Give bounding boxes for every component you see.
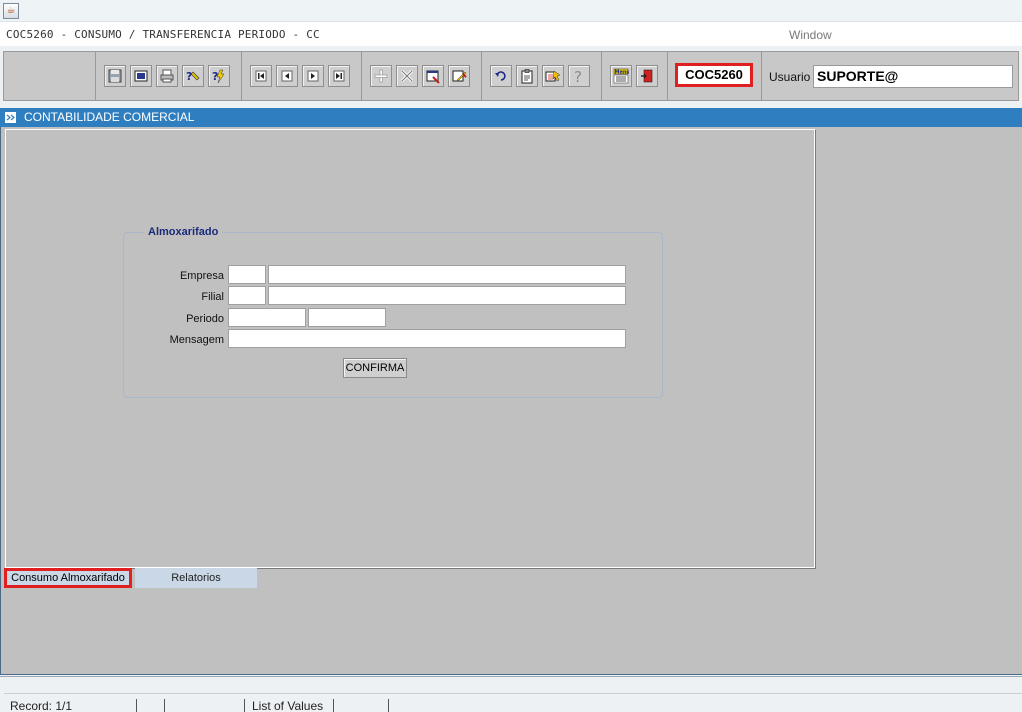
- next-record-icon: [307, 70, 319, 82]
- exit-button[interactable]: [636, 65, 658, 87]
- filial-label: Filial: [201, 291, 224, 303]
- help-icon: ?: [574, 68, 582, 84]
- next-record-button[interactable]: [302, 65, 324, 87]
- clipboard-icon: [521, 69, 533, 84]
- toolbar: ? ? ? Menu COC5260 Usuario SUPORTE@: [3, 51, 1019, 101]
- empresa-name-input[interactable]: [268, 265, 626, 284]
- status-divider: [388, 699, 389, 712]
- undo-icon: [495, 71, 506, 81]
- save-icon: [108, 69, 122, 83]
- filial-name-input[interactable]: [268, 286, 626, 305]
- window-title: CONTABILIDADE COMERCIAL: [24, 110, 195, 124]
- status-divider: [136, 699, 137, 712]
- title-row: COC5260 - CONSUMO / TRANSFERENCIA PERIOD…: [0, 22, 1022, 46]
- menu-button[interactable]: Menu: [610, 65, 632, 87]
- window-menu[interactable]: Window: [789, 28, 832, 42]
- toolbar-group-file: ? ?: [96, 52, 242, 100]
- status-divider: [244, 699, 245, 712]
- previous-record-button[interactable]: [276, 65, 298, 87]
- svg-text:?: ?: [186, 70, 192, 83]
- toolbar-group-formcode: COC5260: [668, 52, 762, 100]
- first-record-button[interactable]: [250, 65, 272, 87]
- confirma-button[interactable]: CONFIRMA: [343, 358, 407, 378]
- list-of-values-button[interactable]: [542, 65, 564, 87]
- query-help-button[interactable]: ?: [182, 65, 204, 87]
- usuario-label: Usuario: [769, 70, 811, 84]
- periodo-label: Periodo: [186, 313, 224, 325]
- usuario-field[interactable]: SUPORTE@: [813, 65, 1013, 88]
- delete-record-icon: [400, 69, 414, 83]
- delete-record-button[interactable]: [396, 65, 418, 87]
- periodo-end-input[interactable]: [308, 308, 386, 327]
- undo-button[interactable]: [490, 65, 512, 87]
- last-record-button[interactable]: [328, 65, 350, 87]
- form-code-badge: COC5260: [675, 63, 753, 87]
- empresa-code-input[interactable]: [228, 265, 266, 284]
- print-preview-icon: [134, 70, 148, 82]
- toolbar-group-menu: Menu: [602, 52, 668, 100]
- exit-door-icon: [641, 69, 653, 83]
- app-title: COC5260 - CONSUMO / TRANSFERENCIA PERIOD…: [6, 28, 320, 41]
- empresa-label: Empresa: [179, 270, 224, 282]
- mensagem-input[interactable]: [228, 329, 626, 348]
- clear-record-button[interactable]: [422, 65, 444, 87]
- clear-record-icon: [426, 70, 440, 84]
- insert-record-button[interactable]: [370, 65, 392, 87]
- toolbar-group-records: [362, 52, 482, 100]
- menu-icon: Menu: [613, 68, 629, 84]
- tab-relatorios[interactable]: Relatorios: [135, 568, 257, 588]
- print-button[interactable]: [156, 65, 178, 87]
- window-title-bar: CONTABILIDADE COMERCIAL: [0, 108, 1022, 127]
- lov-indicator: List of Values: [252, 699, 324, 712]
- filial-code-input[interactable]: [228, 286, 266, 305]
- edit-record-icon: [452, 70, 467, 82]
- oracle-window-icon: [5, 112, 16, 123]
- java-cup-icon: ☕: [3, 3, 19, 19]
- previous-record-icon: [281, 70, 293, 82]
- status-bar: Record: 1/1 List of Values: [0, 676, 1022, 712]
- print-preview-button[interactable]: [130, 65, 152, 87]
- edit-record-button[interactable]: [448, 65, 470, 87]
- tab-canvas: Almoxarifado Empresa Filial Periodo Mens…: [5, 129, 815, 568]
- printer-icon: [160, 69, 174, 83]
- toolbar-group-edit: ?: [482, 52, 602, 100]
- toolbar-group-navigation: [242, 52, 362, 100]
- list-of-values-icon: [545, 70, 561, 82]
- clipboard-button[interactable]: [516, 65, 538, 87]
- last-record-icon: [333, 70, 345, 82]
- svg-text:?: ?: [574, 68, 582, 84]
- java-app-bar: ☕: [0, 0, 1022, 22]
- help-button[interactable]: ?: [568, 65, 590, 87]
- toolbar-spacer: [4, 52, 96, 100]
- insert-record-icon: [374, 69, 388, 83]
- tab-consumo-almoxarifado[interactable]: Consumo Almoxarifado: [4, 568, 132, 588]
- oracle-forms-window: ☕ COC5260 - CONSUMO / TRANSFERENCIA PERI…: [0, 0, 1022, 712]
- svg-text:Menu: Menu: [615, 70, 630, 76]
- execute-query-button[interactable]: ?: [208, 65, 230, 87]
- window-body: Almoxarifado Empresa Filial Periodo Mens…: [0, 127, 1022, 675]
- status-divider: [164, 699, 165, 712]
- first-record-icon: [255, 70, 267, 82]
- status-bar-inner: Record: 1/1 List of Values: [4, 693, 1022, 712]
- periodo-start-input[interactable]: [228, 308, 306, 327]
- status-divider: [333, 699, 334, 712]
- mensagem-label: Mensagem: [169, 334, 224, 346]
- execute-query-icon: ?: [212, 69, 225, 84]
- record-counter: Record: 1/1: [10, 699, 73, 712]
- save-button[interactable]: [104, 65, 126, 87]
- query-help-icon: ?: [186, 70, 200, 83]
- frame-title: Almoxarifado: [144, 226, 223, 238]
